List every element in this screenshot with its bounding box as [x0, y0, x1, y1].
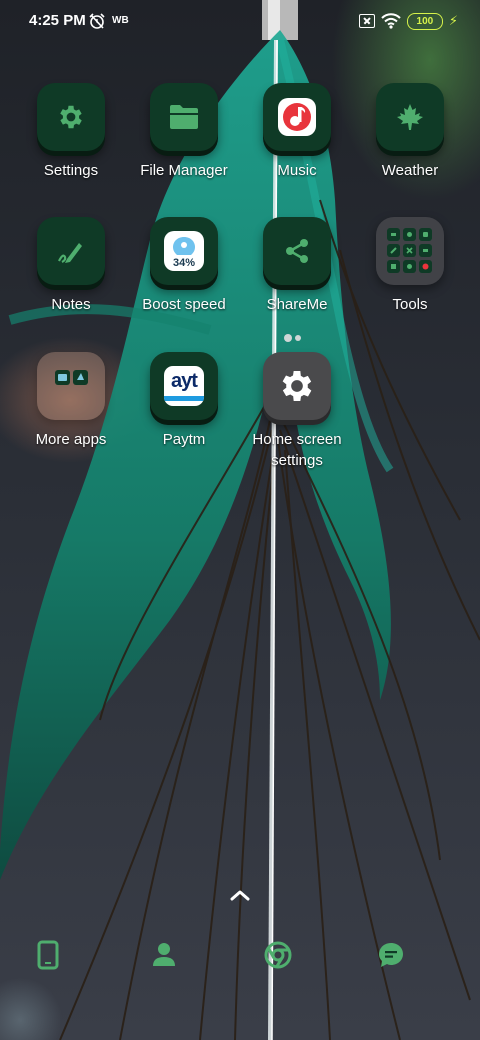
app-label: Boost speed — [142, 296, 226, 313]
app-tools-folder[interactable]: Tools — [354, 217, 466, 315]
app-shareme[interactable]: ShareMe — [241, 217, 353, 315]
maple-leaf-icon — [376, 83, 444, 151]
boost-badge: 34% — [172, 257, 196, 269]
app-label: Tools — [392, 296, 428, 313]
tools-folder-icon — [376, 217, 444, 285]
paytm-logo-text: ayt — [171, 370, 198, 392]
app-label: Notes — [51, 296, 91, 313]
app-music[interactable]: Music — [241, 83, 353, 181]
app-label: Music — [277, 162, 317, 179]
boost-speed-icon: 34% — [150, 217, 218, 285]
home-screen: 4:25 PM WB 100 ⚡ Settings File Manager M… — [0, 0, 480, 1040]
app-label-line-1: Home screen — [252, 431, 342, 448]
sim-disabled-icon — [358, 14, 375, 28]
more-apps-folder-icon — [37, 352, 105, 420]
app-boost-speed[interactable]: 34% Boost speed — [128, 217, 240, 315]
paytm-logo-icon: ayt — [150, 352, 218, 420]
app-label-line-2: settings — [271, 452, 323, 469]
dock-browser[interactable] — [263, 940, 331, 1008]
alarm-off-icon — [89, 13, 105, 29]
app-label: ShareMe — [266, 296, 328, 313]
app-label: Weather — [381, 162, 439, 179]
pen-icon — [37, 217, 105, 285]
app-notes[interactable]: Notes — [15, 217, 127, 315]
charging-bolt-icon: ⚡ — [448, 13, 458, 29]
app-paytm[interactable]: ayt Paytm — [128, 352, 240, 450]
battery-icon: 100 — [406, 12, 443, 30]
music-note-icon — [263, 83, 331, 151]
dock-contacts[interactable] — [150, 940, 218, 1008]
app-label: More apps — [35, 431, 107, 448]
app-label: Home screen settings — [241, 429, 353, 471]
status-time: 4:25 PM — [29, 12, 86, 29]
share-icon — [263, 217, 331, 285]
folder-icon — [150, 83, 218, 151]
app-weather[interactable]: Weather — [354, 83, 466, 181]
contacts-icon — [150, 940, 218, 1008]
app-label: Settings — [43, 162, 99, 179]
status-bar: 4:25 PM WB 100 ⚡ — [0, 0, 480, 42]
app-file-manager[interactable]: File Manager — [128, 83, 240, 181]
app-more-apps-folder[interactable]: More apps — [15, 352, 127, 450]
messages-icon — [376, 940, 444, 1008]
gear-icon — [263, 352, 331, 420]
dock-phone[interactable] — [37, 940, 105, 1008]
app-home-screen-settings[interactable]: Home screen settings — [241, 352, 353, 471]
chevron-up-icon[interactable] — [229, 888, 251, 902]
wifi-icon — [381, 13, 401, 29]
carrier-badge: WB — [112, 15, 129, 26]
app-settings[interactable]: Settings — [15, 83, 127, 181]
app-label: File Manager — [140, 162, 228, 179]
app-label: Paytm — [162, 431, 206, 448]
dock-messages[interactable] — [376, 940, 444, 1008]
chrome-icon — [263, 940, 331, 1008]
status-icons: 100 ⚡ — [358, 11, 458, 31]
phone-icon — [37, 940, 105, 1008]
gear-icon — [37, 83, 105, 151]
